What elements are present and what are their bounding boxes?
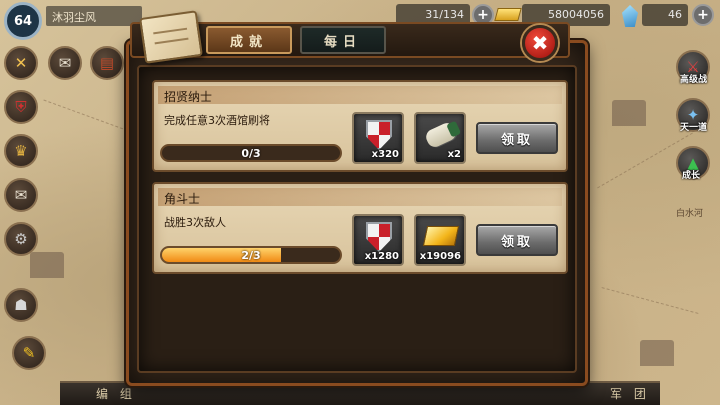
task-title: 招贤纳士 — [164, 90, 213, 104]
quest-scroll-icon — [139, 10, 203, 64]
chat-icon[interactable]: ✎ — [12, 336, 46, 370]
task-title: 角斗士 — [164, 192, 201, 206]
growth-label: 成长 — [682, 171, 701, 181]
close-button[interactable]: ✖ — [522, 25, 558, 61]
map-town — [640, 340, 674, 366]
gold-bar-icon — [422, 226, 460, 246]
shield-menu-icon[interactable]: ⛨ — [4, 90, 38, 124]
reward-count: x320 — [371, 149, 399, 160]
scroll-icon — [423, 120, 459, 150]
mail-icon[interactable]: ✉ — [48, 46, 82, 80]
trophy-icon[interactable]: ♛ — [4, 134, 38, 168]
tab-achievements[interactable]: 成就 — [206, 26, 292, 54]
reward-slot[interactable]: x320 — [352, 112, 404, 164]
helmet-icon[interactable]: ☗ — [4, 288, 38, 322]
reward-slot[interactable]: x2 — [414, 112, 466, 164]
reward-count: x2 — [447, 149, 461, 160]
player-name: 沐羽尘风 — [46, 6, 142, 26]
card-title-strip — [158, 188, 562, 206]
reward-slot[interactable]: x19096 — [414, 214, 466, 266]
map-town — [30, 252, 64, 278]
claim-button[interactable]: 领取 — [476, 224, 558, 256]
legion-button[interactable]: 军 团 — [610, 385, 650, 402]
task-progress-bar: 2/3 — [160, 246, 342, 264]
map-place-label: 白水河 — [676, 209, 704, 219]
add-gems-button[interactable]: + — [692, 4, 714, 26]
progress-text: 0/3 — [241, 146, 261, 160]
task-description: 战胜3次敌人 — [164, 216, 226, 229]
gold-icon — [494, 8, 522, 21]
map-town — [612, 100, 646, 126]
reward-slot[interactable]: x1280 — [352, 214, 404, 266]
shield-icon — [366, 120, 392, 150]
task-card: 角斗士 战胜3次敌人 2/3 x1280 x19096 领取 — [152, 182, 568, 274]
letter-icon[interactable]: ✉ — [4, 178, 38, 212]
reward-count: x1280 — [364, 251, 399, 262]
gem-counter: 46 — [642, 4, 688, 26]
adventure-label: 天一道 — [680, 123, 708, 133]
claim-button[interactable]: 领取 — [476, 122, 558, 154]
cancel-icon[interactable]: ✕ — [4, 46, 38, 80]
book-icon[interactable]: ▤ — [90, 46, 124, 80]
settings-gear-icon[interactable]: ⚙ — [4, 222, 38, 256]
shield-icon — [366, 222, 392, 252]
task-progress-bar: 0/3 — [160, 144, 342, 162]
formation-button[interactable]: 编 组 — [96, 385, 136, 402]
task-description: 完成任意3次酒馆刷将 — [164, 114, 270, 127]
player-level-badge[interactable]: 64 — [4, 2, 42, 40]
map-road — [601, 287, 699, 314]
card-title-strip — [158, 86, 562, 104]
battle-label: 高级战 — [680, 75, 708, 85]
reward-count: x19096 — [419, 251, 461, 262]
tab-daily[interactable]: 每日 — [300, 26, 386, 54]
task-card: 招贤纳士 完成任意3次酒馆刷将 0/3 x320 x2 领取 — [152, 80, 568, 172]
progress-text: 2/3 — [241, 248, 261, 262]
